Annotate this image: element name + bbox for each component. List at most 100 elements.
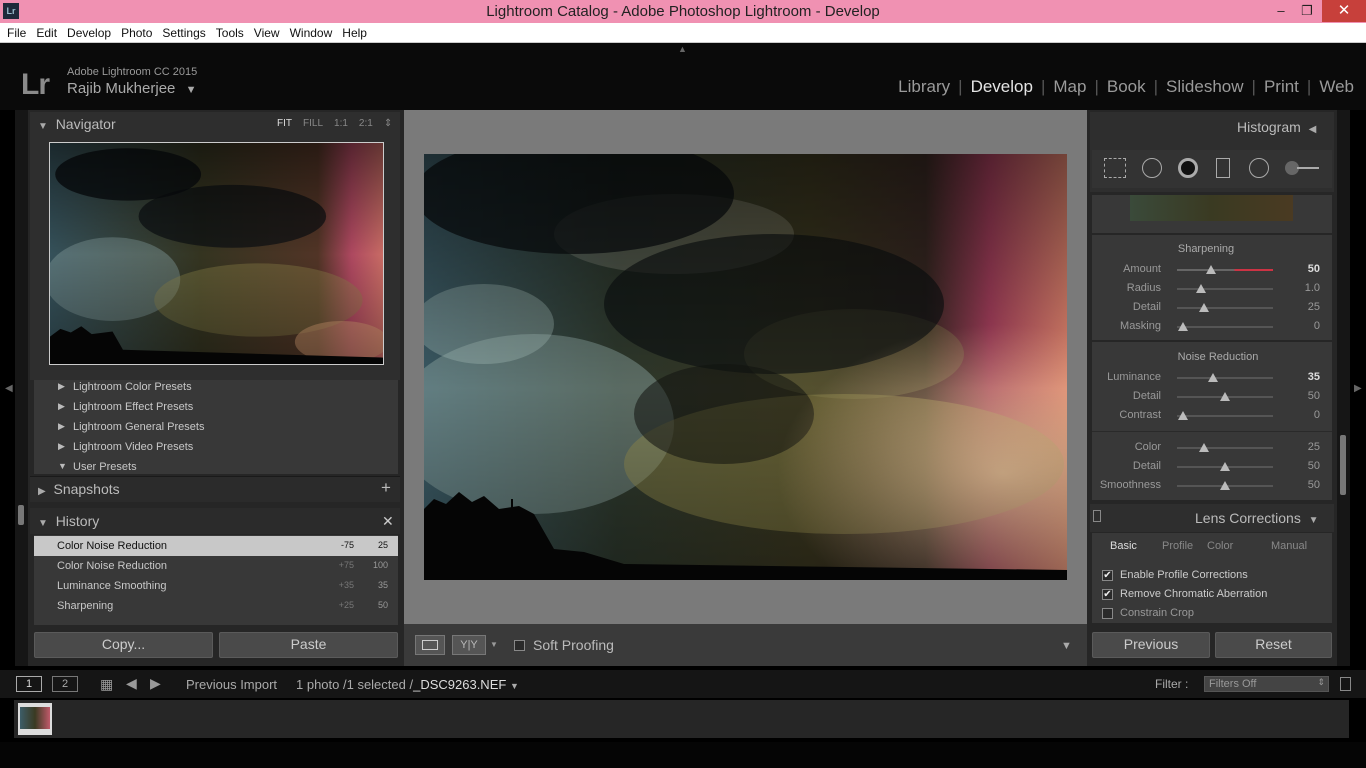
- slider-track[interactable]: [1177, 265, 1273, 274]
- slider-track[interactable]: [1177, 411, 1273, 420]
- left-panel-toggle-icon[interactable]: ◀: [5, 383, 13, 394]
- soft-proofing-checkbox[interactable]: [514, 640, 525, 651]
- paste-button[interactable]: Paste: [219, 632, 398, 658]
- slider-thumb[interactable]: [1208, 373, 1218, 382]
- checkbox[interactable]: [1102, 607, 1113, 619]
- menu-view[interactable]: View: [254, 23, 280, 40]
- tab-basic[interactable]: Basic: [1110, 540, 1137, 552]
- module-develop[interactable]: Develop: [963, 77, 1041, 96]
- adjustment-brush-icon[interactable]: [1285, 161, 1319, 175]
- tab-manual[interactable]: Manual: [1271, 540, 1307, 552]
- source-label[interactable]: Previous Import: [186, 677, 277, 692]
- tab-profile[interactable]: Profile: [1162, 540, 1193, 552]
- slider-smoothness[interactable]: Smoothness 50: [1092, 476, 1332, 495]
- slider-detail[interactable]: Detail 25: [1092, 298, 1332, 317]
- slider-value[interactable]: 25: [1308, 301, 1320, 313]
- filename-dropdown-icon[interactable]: ▼: [510, 681, 519, 691]
- slider-value[interactable]: 50: [1308, 390, 1320, 402]
- radial-filter-icon[interactable]: [1249, 158, 1269, 178]
- history-header[interactable]: ▼ History: [38, 513, 99, 529]
- filter-lock-icon[interactable]: [1340, 677, 1351, 691]
- menu-help[interactable]: Help: [342, 23, 367, 40]
- right-scrollbar[interactable]: [1340, 435, 1346, 495]
- lens-option[interactable]: ✔ Enable Profile Corrections: [1102, 569, 1248, 581]
- add-snapshot-button[interactable]: +: [381, 478, 391, 498]
- photo-count[interactable]: 1 photo /1 selected /_DSC9263.NEF ▼: [296, 677, 519, 692]
- preset-folder[interactable]: ▼ User Presets: [34, 457, 398, 477]
- checkbox[interactable]: ✔: [1102, 588, 1113, 600]
- slider-value[interactable]: 35: [1308, 371, 1320, 383]
- menu-develop[interactable]: Develop: [67, 23, 111, 40]
- slider-track[interactable]: [1177, 373, 1273, 382]
- lens-corrections-toggle-icon[interactable]: [1093, 510, 1101, 522]
- chevron-down-icon[interactable]: ▼: [186, 84, 197, 96]
- slider-luminance[interactable]: Luminance 35: [1092, 368, 1332, 387]
- toolbar-content-dropdown-icon[interactable]: ▼: [1061, 640, 1072, 652]
- filmstrip-thumbnail[interactable]: [18, 703, 52, 735]
- lens-corrections-header[interactable]: Lens Corrections ▼: [1195, 510, 1319, 526]
- module-web[interactable]: Web: [1311, 77, 1362, 96]
- module-book[interactable]: Book: [1099, 77, 1154, 96]
- slider-track[interactable]: [1177, 303, 1273, 312]
- history-step[interactable]: Luminance Smoothing +35 35: [34, 576, 398, 596]
- crop-tool-icon[interactable]: [1104, 158, 1126, 178]
- detail-preview[interactable]: [1130, 195, 1293, 221]
- slider-radius[interactable]: Radius 1.0: [1092, 279, 1332, 298]
- snapshots-header[interactable]: ▶ Snapshots: [38, 481, 120, 497]
- menu-window[interactable]: Window: [290, 23, 333, 40]
- copy-button[interactable]: Copy...: [34, 632, 213, 658]
- red-eye-icon[interactable]: [1178, 158, 1198, 178]
- slider-detail[interactable]: Detail 50: [1092, 387, 1332, 406]
- tab-color[interactable]: Color: [1207, 540, 1233, 552]
- slider-value[interactable]: 50: [1308, 263, 1320, 275]
- lens-option[interactable]: Constrain Crop: [1102, 607, 1194, 619]
- module-library[interactable]: Library: [890, 77, 958, 96]
- menu-tools[interactable]: Tools: [216, 23, 244, 40]
- slider-value[interactable]: 50: [1308, 479, 1320, 491]
- slider-track[interactable]: [1177, 462, 1273, 471]
- slider-value[interactable]: 50: [1308, 460, 1320, 472]
- slider-thumb[interactable]: [1199, 443, 1209, 452]
- menu-photo[interactable]: Photo: [121, 23, 152, 40]
- slider-thumb[interactable]: [1206, 265, 1216, 274]
- zoom-fit[interactable]: FIT: [277, 118, 292, 129]
- before-after-button[interactable]: Y|Y: [452, 635, 486, 655]
- navigator-preview[interactable]: [49, 142, 384, 365]
- slider-value[interactable]: 0: [1314, 320, 1320, 332]
- main-screen-button[interactable]: 1: [16, 676, 42, 692]
- before-after-dropdown-icon[interactable]: ▼: [490, 640, 498, 649]
- grid-view-icon[interactable]: ▦: [100, 676, 113, 693]
- zoom-fill[interactable]: FILL: [303, 118, 323, 129]
- slider-contrast[interactable]: Contrast 0: [1092, 406, 1332, 425]
- slider-track[interactable]: [1177, 392, 1273, 401]
- preset-folder[interactable]: ▶ Lightroom General Presets: [34, 417, 398, 437]
- slider-thumb[interactable]: [1220, 462, 1230, 471]
- loupe-view-button[interactable]: [415, 635, 445, 655]
- slider-detail[interactable]: Detail 50: [1092, 457, 1332, 476]
- zoom-2-1[interactable]: 2:1: [359, 118, 373, 129]
- graduated-filter-icon[interactable]: [1216, 158, 1230, 178]
- right-panel-toggle-icon[interactable]: ▶: [1354, 383, 1362, 394]
- preset-folder[interactable]: ▶ Lightroom Effect Presets: [34, 397, 398, 417]
- preset-folder[interactable]: ▶ Lightroom Video Presets: [34, 437, 398, 457]
- navigator-header[interactable]: ▼ Navigator: [38, 116, 116, 132]
- module-print[interactable]: Print: [1256, 77, 1307, 96]
- reset-button[interactable]: Reset: [1215, 632, 1332, 658]
- maximize-icon[interactable]: ❐: [1294, 0, 1320, 22]
- slider-masking[interactable]: Masking 0: [1092, 317, 1332, 336]
- module-map[interactable]: Map: [1045, 77, 1094, 96]
- back-arrow-icon[interactable]: ◀: [126, 675, 137, 692]
- menu-file[interactable]: File: [7, 23, 26, 40]
- history-step[interactable]: Color Noise Reduction -75 25: [34, 536, 398, 556]
- main-photo[interactable]: [424, 154, 1067, 580]
- slider-amount[interactable]: Amount 50: [1092, 260, 1332, 279]
- preset-folder[interactable]: ▶ Lightroom Color Presets: [34, 377, 398, 397]
- histogram-header[interactable]: Histogram ◀: [1237, 119, 1316, 135]
- previous-button[interactable]: Previous: [1092, 632, 1210, 658]
- second-screen-button[interactable]: 2: [52, 676, 78, 692]
- user-name[interactable]: Rajib Mukherjee ▼: [67, 80, 196, 97]
- top-panel-toggle-icon[interactable]: ▲: [678, 44, 687, 54]
- history-step[interactable]: Color Noise Reduction +75 100: [34, 556, 398, 576]
- filter-select[interactable]: Filters Off ⇕: [1204, 676, 1329, 692]
- slider-track[interactable]: [1177, 322, 1273, 331]
